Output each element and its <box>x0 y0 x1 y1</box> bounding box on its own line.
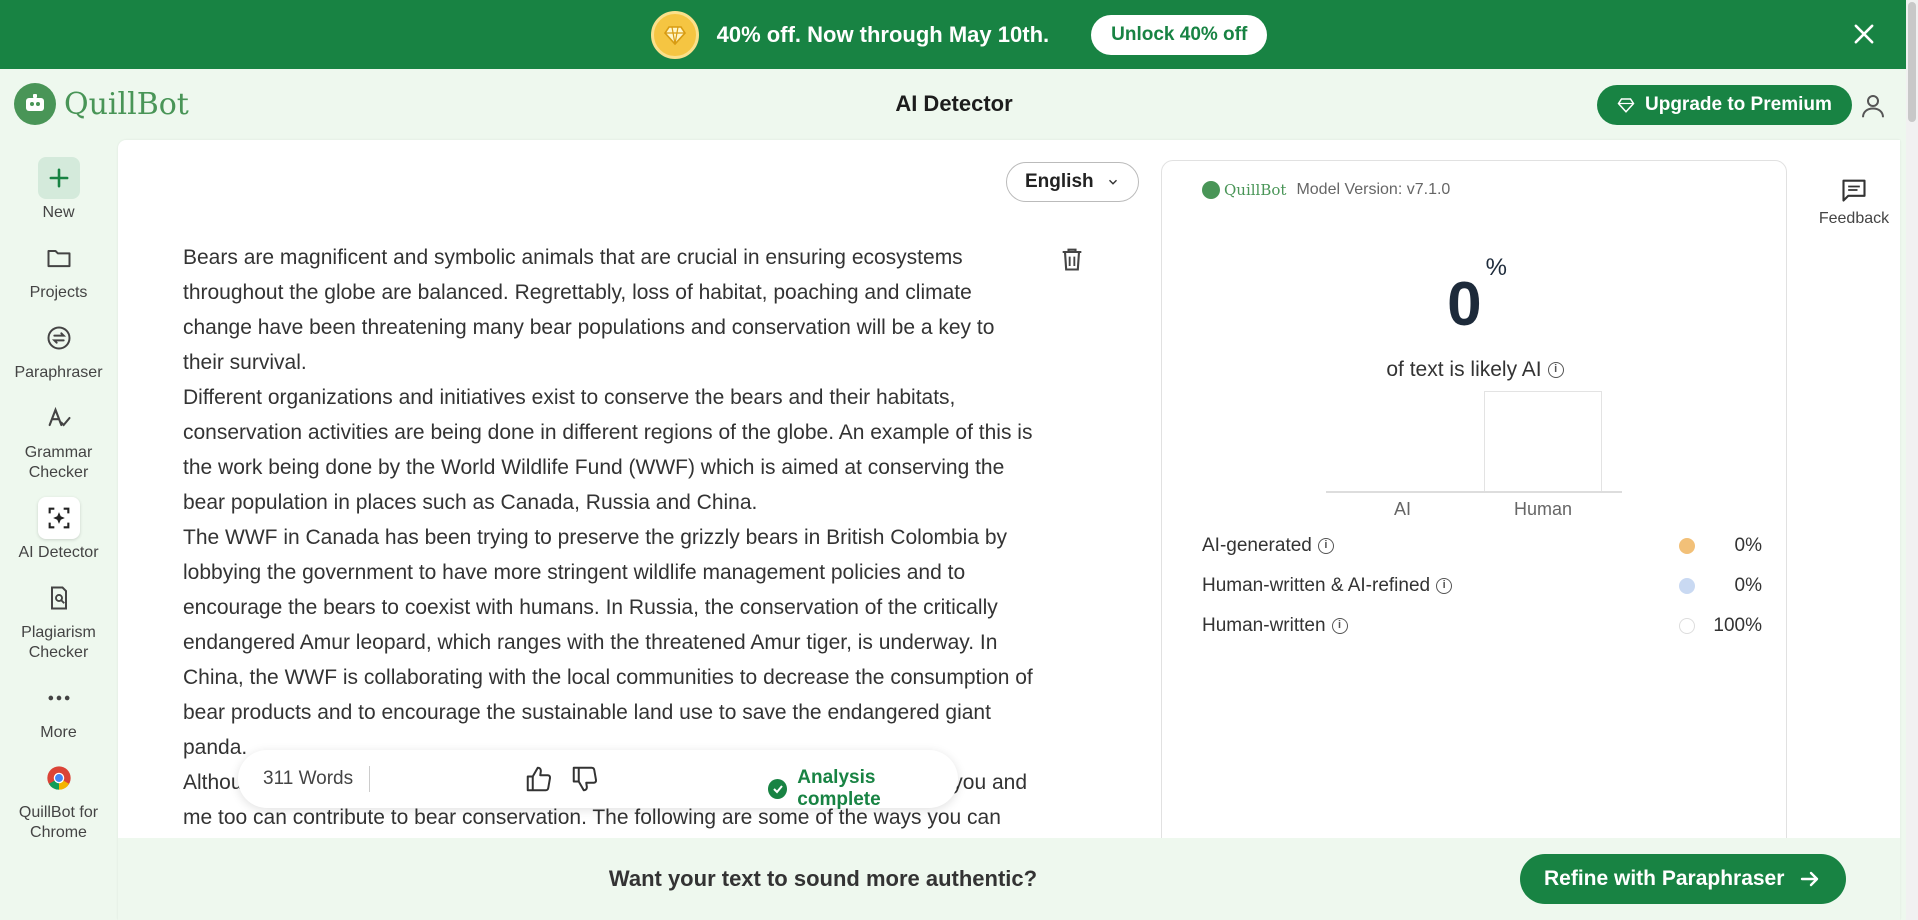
breakdown-row-ai-refined: Human-written & AI-refined i 0% <box>1202 571 1762 601</box>
ai-detector-icon <box>37 497 80 539</box>
info-icon[interactable]: i <box>1436 578 1453 594</box>
language-select[interactable]: English <box>1006 162 1139 202</box>
sidebar-item-new[interactable]: New <box>0 157 117 223</box>
sidebar-item-paraphraser[interactable]: Paraphraser <box>0 317 117 383</box>
thumbs-down-icon[interactable] <box>569 764 601 794</box>
close-icon[interactable] <box>1850 20 1878 48</box>
ai-generated-swatch <box>1679 538 1695 554</box>
breakdown-row-human-written: Human-written i 100% <box>1202 611 1762 641</box>
promo-text: 40% off. Now through May 10th. <box>716 21 1050 47</box>
breakdown-value: 0% <box>1734 535 1762 556</box>
thumbs-up-icon[interactable] <box>523 764 555 794</box>
refine-with-paraphraser-button[interactable]: Refine with Paraphraser <box>1520 854 1847 904</box>
human-bar <box>1484 391 1602 491</box>
grammar-icon <box>38 397 80 439</box>
chart-axis <box>1326 491 1622 493</box>
sidebar-item-label: New <box>42 204 75 221</box>
human-written-swatch <box>1679 618 1695 634</box>
editor-paragraph: Bears are magnificent and symbolic anima… <box>183 246 995 374</box>
sidebar-item-quillbot-for-chrome[interactable]: QuillBot for Chrome <box>0 757 117 843</box>
ai-refined-swatch <box>1679 578 1695 594</box>
breakdown-value: 100% <box>1713 615 1762 636</box>
sidebar-item-label: QuillBot for Chrome <box>18 804 99 841</box>
check-circle-icon <box>768 779 788 799</box>
chart-label-ai: AI <box>1394 499 1412 519</box>
sidebar-item-more[interactable]: More <box>0 677 117 743</box>
chrome-icon <box>38 757 80 799</box>
breakdown-value: 0% <box>1734 575 1762 596</box>
model-version: Model Version: v7.1.0 <box>1296 181 1451 198</box>
account-icon[interactable] <box>1858 91 1888 121</box>
scrollbar-thumb[interactable] <box>1908 2 1916 122</box>
sidebar-item-label: Grammar Checker <box>24 444 93 481</box>
info-icon[interactable]: i <box>1317 538 1334 554</box>
sidebar-item-ai-detector[interactable]: AI Detector <box>0 497 117 563</box>
chart-label-human: Human <box>1514 499 1573 519</box>
folder-icon <box>38 237 80 279</box>
arrow-right-icon <box>1801 871 1819 887</box>
sidebar-item-plagiarism-checker[interactable]: Plagiarism Checker <box>0 577 117 663</box>
info-icon[interactable]: i <box>1331 618 1348 634</box>
analysis-status-label: Analysis complete <box>797 767 881 810</box>
refine-cta-bar: Want your text to sound more authentic? … <box>118 838 1900 920</box>
ai-caption: of text is likely AI i <box>1162 358 1788 382</box>
sidebar-item-label: More <box>40 724 77 741</box>
cta-text: Want your text to sound more authentic? <box>608 866 1038 891</box>
upgrade-button[interactable]: Upgrade to Premium <box>1597 85 1852 125</box>
rating-buttons <box>523 764 601 794</box>
sidebar-item-label: Projects <box>29 284 88 301</box>
refine-label: Refine with Paraphraser <box>1544 867 1785 890</box>
breakdown-label: AI-generated <box>1202 535 1312 556</box>
feedback-label: Feedback <box>1818 210 1890 227</box>
quillbot-logo-icon <box>1202 181 1220 199</box>
feedback-button[interactable]: Feedback <box>1812 176 1896 228</box>
paraphraser-icon <box>38 317 80 359</box>
sidebar-item-label: Paraphraser <box>14 364 103 381</box>
ai-caption-text: of text is likely AI <box>1386 358 1542 381</box>
plus-icon <box>37 157 80 199</box>
breakdown-row-ai-generated: AI-generated i 0% <box>1202 531 1762 561</box>
main-card: English Bears are magnificent and symbol… <box>118 140 1900 920</box>
plagiarism-icon <box>38 577 80 619</box>
word-count: 311 Words <box>263 766 371 792</box>
sidebar-item-label: Plagiarism Checker <box>21 624 96 661</box>
editor-paragraph: Different organizations and initiatives … <box>183 386 1033 514</box>
breakdown-label: Human-written & AI-refined <box>1202 575 1431 596</box>
gem-badge-icon <box>650 10 699 59</box>
ai-percentage: 0% <box>1162 254 1788 340</box>
editor-paragraph: The WWF in Canada has been trying to pre… <box>183 526 1033 759</box>
info-icon[interactable]: i <box>1547 362 1564 379</box>
more-icon <box>38 677 80 719</box>
promo-banner: 40% off. Now through May 10th. Unlock 40… <box>0 0 1918 69</box>
app-header: QuillBot AI Detector Upgrade to Premium <box>0 69 1918 139</box>
analysis-status: Analysis complete <box>768 767 958 811</box>
ai-human-chart: AI Human <box>1326 391 1626 519</box>
chevron-down-icon <box>1108 179 1117 185</box>
page-scrollbar[interactable] <box>1906 0 1918 920</box>
sidebar-item-grammar-checker[interactable]: Grammar Checker <box>0 397 117 483</box>
feedback-icon <box>1842 179 1866 202</box>
results-header: QuillBot Model Version: v7.1.0 <box>1202 181 1450 199</box>
sidebar-item-label: AI Detector <box>18 544 99 561</box>
editor-status-bar: 311 Words Analysis complete <box>238 750 958 811</box>
results-panel: QuillBot Model Version: v7.1.0 0% of tex… <box>1161 160 1787 920</box>
ai-percentage-value: 0 <box>1447 270 1482 339</box>
trash-icon[interactable] <box>1058 244 1086 274</box>
gem-icon <box>1617 98 1635 113</box>
unlock-offer-button[interactable]: Unlock 40% off <box>1091 14 1268 55</box>
percent-sign: % <box>1485 254 1507 282</box>
results-brand: QuillBot <box>1224 181 1287 199</box>
upgrade-label: Upgrade to Premium <box>1645 94 1832 115</box>
sidebar-item-projects[interactable]: Projects <box>0 237 117 303</box>
language-value: English <box>1025 171 1094 192</box>
breakdown-label: Human-written <box>1202 615 1326 636</box>
